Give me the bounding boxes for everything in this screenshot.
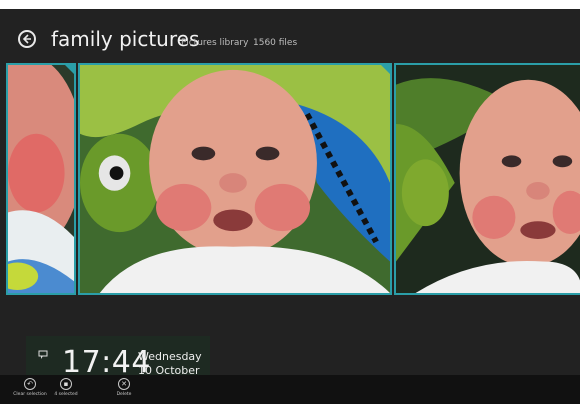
photo-tile-left[interactable] (6, 63, 76, 295)
photo-tile-center[interactable] (78, 63, 392, 295)
photos-app-screen: family pictures Pictures library 1560 fi… (0, 9, 580, 404)
delete-button[interactable]: ✕ Delete (104, 376, 144, 404)
page-title: family pictures (51, 27, 200, 51)
notification-icon (38, 350, 48, 359)
library-label: Pictures library (181, 38, 249, 48)
clear-selection-button[interactable]: ↶ Clear selection (10, 376, 50, 404)
delete-icon: ✕ (118, 378, 130, 390)
app-bar: ↶ Clear selection ▪ 4 selected ✕ Delete (0, 375, 580, 404)
photo-tile-right[interactable] (394, 63, 580, 295)
back-button[interactable] (18, 30, 36, 48)
clock-day: Wednesday (138, 350, 202, 363)
file-count: 1560 files (253, 38, 298, 48)
baby-photo-center (80, 65, 390, 293)
baby-photo-partial-left (8, 65, 74, 293)
selected-count-label: 4 selected (54, 392, 78, 397)
clear-selection-label: Clear selection (13, 392, 47, 397)
baby-photo-right (396, 65, 580, 293)
app-header: family pictures Pictures library 1560 fi… (0, 9, 580, 61)
selection-check-icon (380, 65, 390, 75)
back-arrow-icon (22, 34, 31, 44)
delete-label: Delete (116, 392, 132, 397)
selected-icon: ▪ (60, 378, 72, 390)
clear-selection-icon: ↶ (24, 378, 36, 390)
selection-check-icon (64, 65, 74, 75)
selected-count-button[interactable]: ▪ 4 selected (46, 376, 86, 404)
